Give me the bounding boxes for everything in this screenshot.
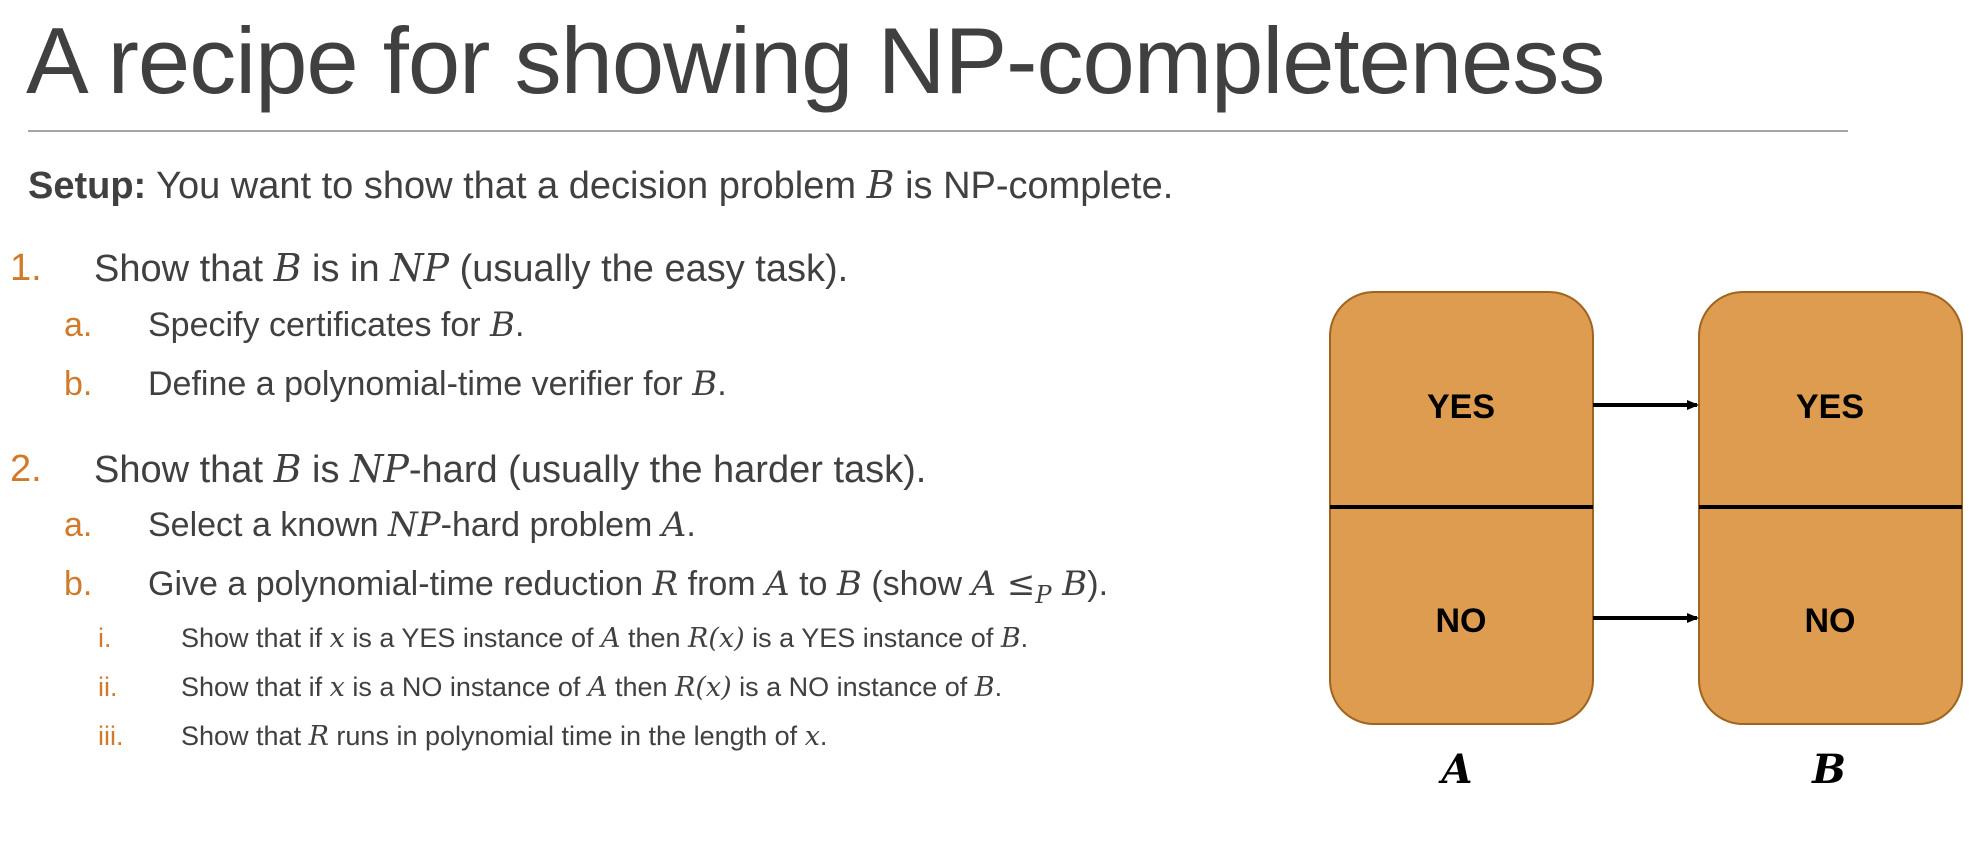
- substep-text: Select a known NP-hard problem A.: [148, 505, 696, 545]
- box-b-no: NO: [1805, 602, 1856, 640]
- box-b-yes: YES: [1796, 388, 1864, 426]
- setup-line: Setup: You want to show that a decision …: [28, 160, 1173, 211]
- substep-letter: b.: [64, 365, 93, 403]
- substep-text: Specify certificates for B.: [148, 305, 525, 345]
- setup-label: Setup:: [28, 165, 147, 207]
- step-number: 1.: [10, 247, 42, 289]
- subsubstep-text: Show that if x is a NO instance of A the…: [181, 672, 1003, 703]
- subsubstep-numeral: i.: [98, 623, 112, 653]
- box-a-no: NO: [1436, 602, 1487, 640]
- problem-a-box: YES NO: [1329, 291, 1594, 725]
- substep-letter: a.: [64, 306, 93, 344]
- subsubstep-text: Show that if x is a YES instance of A th…: [181, 623, 1029, 654]
- title-divider: [28, 130, 1848, 132]
- substep-letter: b.: [64, 565, 93, 603]
- substep-text: Give a polynomial-time reduction R from …: [148, 564, 1109, 609]
- substep-letter: a.: [64, 506, 93, 544]
- subsubstep-numeral: ii.: [98, 672, 118, 702]
- setup-var: B: [866, 163, 895, 207]
- box-a-yes: YES: [1427, 388, 1495, 426]
- setup-text-pre: You want to show that a decision problem: [146, 165, 867, 207]
- slide-title: A recipe for showing NP-completeness: [26, 8, 1605, 113]
- subsubstep-text: Show that R runs in polynomial time in t…: [181, 721, 828, 752]
- problem-b-box: YES NO: [1698, 291, 1963, 725]
- step-text: Show that B is in NP (usually the easy t…: [94, 246, 849, 290]
- setup-text-post: is NP-complete.: [894, 165, 1174, 207]
- step-number: 2.: [10, 448, 42, 490]
- substep-text: Define a polynomial-time verifier for B.: [148, 364, 727, 404]
- step-text: Show that B is NP-hard (usually the hard…: [94, 447, 927, 491]
- label-a: A: [1437, 746, 1472, 793]
- label-b: B: [1811, 746, 1846, 793]
- subsubstep-numeral: iii.: [98, 721, 124, 751]
